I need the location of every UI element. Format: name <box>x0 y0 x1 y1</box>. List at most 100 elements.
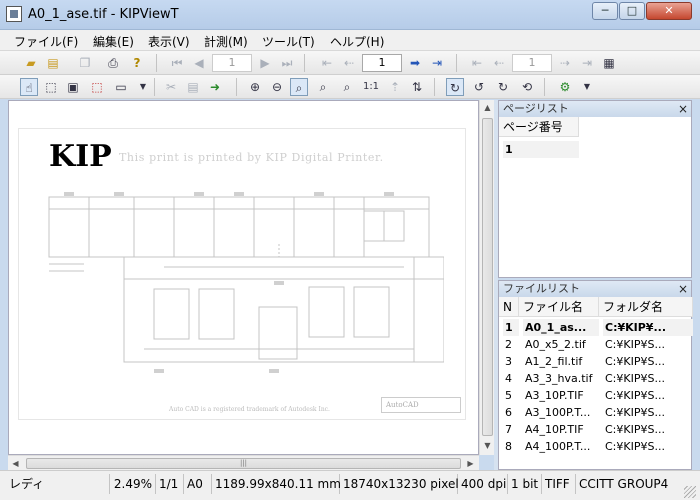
page-row[interactable]: 1 <box>503 141 579 158</box>
prev-page-icon[interactable]: ◀ <box>190 54 208 72</box>
file-row-folder[interactable]: C:¥KIP¥S... <box>603 370 693 387</box>
page-field-right[interactable]: 1 <box>512 54 552 72</box>
page-list-header: ページリスト × <box>499 101 691 117</box>
scroll-left-icon[interactable]: ◀ <box>8 456 23 471</box>
file-row-folder[interactable]: C:¥KIP¥S... <box>603 404 693 421</box>
file-row-folder[interactable]: C:¥KIP¥S... <box>603 353 693 370</box>
file-row-folder[interactable]: C:¥KIP¥S... <box>603 336 693 353</box>
rotate-180-icon[interactable]: ⟲ <box>518 78 536 96</box>
select-tool-icon[interactable]: ⬚ <box>42 78 60 96</box>
file-row-number[interactable]: 4 <box>503 370 519 387</box>
file-row-number[interactable]: 3 <box>503 353 519 370</box>
first-page-icon[interactable]: ⏮ <box>168 54 186 72</box>
last-file-icon[interactable]: ⇥ <box>428 54 446 72</box>
prev-file-icon[interactable]: ⇠ <box>340 54 358 72</box>
file-row-name[interactable]: A4_10P.TIF <box>523 421 599 438</box>
sort-icon[interactable]: ⇅ <box>408 78 426 96</box>
page-list-close-icon[interactable]: × <box>678 101 688 117</box>
scroll-down-icon[interactable]: ▼ <box>480 438 495 453</box>
file-row-folder[interactable]: C:¥KIP¥S... <box>603 421 693 438</box>
scan-icon[interactable]: ▭ <box>112 78 130 96</box>
window-title: A0_1_ase.tif - KIPViewT <box>28 7 179 22</box>
menu-edit[interactable]: 編集(E) <box>93 33 134 50</box>
zoom-area-icon[interactable]: ⌕ <box>338 78 356 96</box>
file-row-name[interactable]: A3_100P.T... <box>523 404 599 421</box>
status-compression: CCITT GROUP4 <box>579 477 669 491</box>
close-button[interactable]: ✕ <box>646 2 692 20</box>
menu-help[interactable]: ヘルプ(H) <box>330 33 384 50</box>
page-number-field[interactable]: 1 <box>212 54 252 72</box>
menu-tools[interactable]: ツール(T) <box>262 33 315 50</box>
open-folder-icon[interactable]: ▰ <box>22 54 40 72</box>
page-list-title: ページリスト <box>503 102 569 115</box>
file-row-number[interactable]: 2 <box>503 336 519 353</box>
rotate-zero-icon[interactable]: ↻ <box>446 78 464 96</box>
file-row-folder[interactable]: C:¥KIP¥... <box>603 319 693 336</box>
settings-dropdown-icon[interactable]: ▼ <box>578 78 596 96</box>
first-icon[interactable]: ⇤ <box>468 54 486 72</box>
hand-tool-icon[interactable]: ☝ <box>20 78 38 96</box>
copy-icon[interactable]: ❐ <box>76 54 94 72</box>
zoom-actual-icon[interactable]: 1:1 <box>362 78 380 96</box>
vertical-scroll-thumb[interactable] <box>482 118 493 436</box>
menu-measure[interactable]: 計測(M) <box>204 33 248 50</box>
file-row-name[interactable]: A0_1_as... <box>523 319 599 336</box>
last-page-icon[interactable]: ⏭ <box>278 54 296 72</box>
next-page-icon[interactable]: ▶ <box>256 54 274 72</box>
help-icon[interactable]: ? <box>128 54 146 72</box>
print-icon[interactable]: ⎙ <box>104 54 122 72</box>
rotate-right-icon[interactable]: ↻ <box>494 78 512 96</box>
col-n[interactable]: N <box>499 297 519 317</box>
zoom-width-icon[interactable]: ⌕ <box>314 78 332 96</box>
file-row-number[interactable]: 5 <box>503 387 519 404</box>
file-row-number[interactable]: 6 <box>503 404 519 421</box>
settings-icon[interactable]: ⚙ <box>556 78 574 96</box>
scroll-up-icon[interactable]: ▲ <box>480 100 495 115</box>
minimize-button[interactable]: ─ <box>592 2 618 20</box>
file-row-folder[interactable]: C:¥KIP¥S... <box>603 438 693 455</box>
export-icon[interactable]: ➜ <box>206 78 224 96</box>
cut-icon[interactable]: ✂ <box>162 78 180 96</box>
marquee-icon[interactable]: ⬚ <box>88 78 106 96</box>
file-row-number[interactable]: 8 <box>503 438 519 455</box>
col-folder-name[interactable]: フォルダ名 <box>599 297 693 317</box>
page-list-panel: ページリスト × ページ番号 1 <box>498 100 692 278</box>
zoom-out-icon[interactable]: ⊖ <box>268 78 286 96</box>
menu-file[interactable]: ファイル(F) <box>14 33 78 50</box>
scroll-right-icon[interactable]: ▶ <box>463 456 478 471</box>
file-row-name[interactable]: A4_100P.T... <box>523 438 599 455</box>
file-number-field[interactable]: 1 <box>362 54 402 72</box>
prev-icon[interactable]: ⇠ <box>490 54 508 72</box>
file-list-close-icon[interactable]: × <box>678 281 688 297</box>
rotate-up-icon[interactable]: ⇡ <box>386 78 404 96</box>
resize-grip[interactable] <box>684 486 696 498</box>
last-icon[interactable]: ⇥ <box>578 54 596 72</box>
rotate-left-icon[interactable]: ↺ <box>470 78 488 96</box>
file-row-number[interactable]: 7 <box>503 421 519 438</box>
file-row-name[interactable]: A3_10P.TIF <box>523 387 599 404</box>
maximize-button[interactable]: □ <box>619 2 645 20</box>
vertical-scrollbar[interactable]: ▲ ▼ <box>479 100 494 455</box>
paste-icon[interactable]: ▤ <box>184 78 202 96</box>
page-number-column[interactable]: ページ番号 <box>499 117 579 137</box>
status-page: 1/1 <box>156 474 184 494</box>
file-row-folder[interactable]: C:¥KIP¥S... <box>603 387 693 404</box>
menu-view[interactable]: 表示(V) <box>148 33 190 50</box>
image-select-icon[interactable]: ▣ <box>64 78 82 96</box>
file-row-number[interactable]: 1 <box>503 319 519 336</box>
dropdown-arrow-icon[interactable]: ▼ <box>134 78 152 96</box>
next-file-icon[interactable]: ➡ <box>406 54 424 72</box>
next-icon[interactable]: ⇢ <box>556 54 574 72</box>
file-row-name[interactable]: A1_2_fil.tif <box>523 353 599 370</box>
status-paper: A0 <box>184 474 212 494</box>
file-row-name[interactable]: A3_3_hva.tif <box>523 370 599 387</box>
thumbnail-icon[interactable]: ▦ <box>600 54 618 72</box>
horizontal-scroll-thumb[interactable]: ||| <box>26 458 461 469</box>
horizontal-scrollbar[interactable]: ◀ ||| ▶ <box>8 455 479 470</box>
zoom-in-icon[interactable]: ⊕ <box>246 78 264 96</box>
col-file-name[interactable]: ファイル名 <box>519 297 599 317</box>
zoom-fit-icon[interactable]: ⌕ <box>290 78 308 96</box>
file-row-name[interactable]: A0_x5_2.tif <box>523 336 599 353</box>
open-file-icon[interactable]: ▤ <box>44 54 62 72</box>
first-file-icon[interactable]: ⇤ <box>318 54 336 72</box>
